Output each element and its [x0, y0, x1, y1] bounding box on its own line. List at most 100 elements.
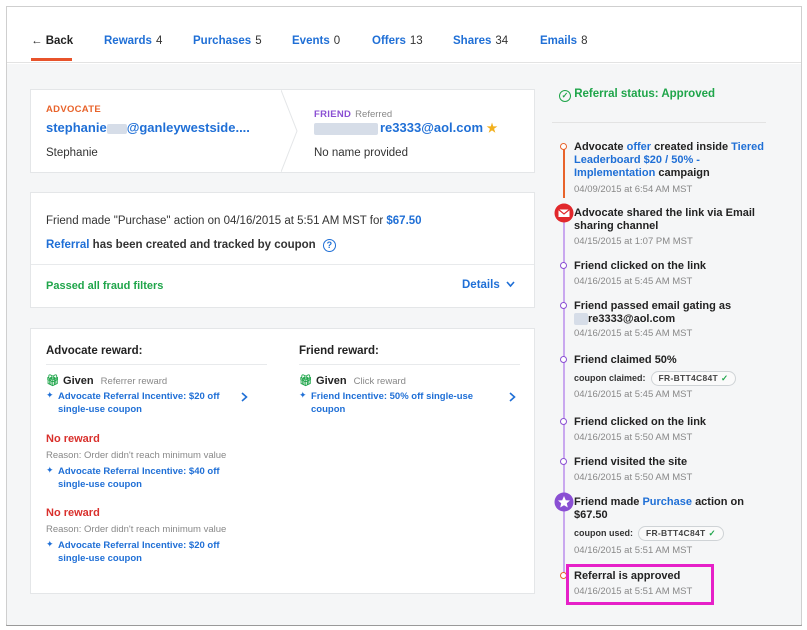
friend-label: FRIEND — [314, 109, 352, 120]
referral-status: ✓ Referral status: Approved — [559, 88, 715, 102]
tracking-text: has been created and tracked by coupon — [92, 239, 316, 251]
timeline-event-claimed: Friend claimed 50% — [574, 354, 677, 366]
no-reward-reason: Reason: Order didn't reach minimum value — [46, 524, 227, 535]
given-type: Click reward — [353, 376, 406, 387]
redacted-text — [106, 123, 127, 134]
sparkle-icon: ✦ — [46, 465, 54, 475]
timeline-dot — [560, 302, 567, 309]
timeline-connector — [563, 146, 565, 198]
event-timestamp: 04/09/2015 at 6:54 AM MST — [574, 184, 693, 195]
event-text: Friend passed email gating as — [574, 300, 732, 312]
advocate-email[interactable]: stephanie @ganleywestside.... — [46, 120, 250, 135]
event-text: created inside — [654, 141, 729, 153]
purchase-link[interactable]: Purchase — [642, 496, 692, 508]
redacted-text — [574, 313, 588, 326]
tab-label: Offers — [372, 35, 406, 47]
tab-count: 5 — [255, 35, 262, 47]
chevron-right-icon[interactable] — [241, 392, 248, 402]
friend-given-item[interactable]: ✦ Friend Incentive: 50% off single-use c… — [299, 390, 494, 416]
friend-email[interactable]: re3333@aol.com ★ — [314, 120, 497, 135]
sparkle-icon: ✦ — [46, 539, 54, 549]
referral-link[interactable]: Referral — [46, 239, 89, 251]
no-reward-item[interactable]: ✦ Advocate Referral Incentive: $20 off s… — [46, 539, 236, 565]
timeline-event-approved: Referral is approved — [574, 570, 681, 582]
no-reward-reason: Reason: Order didn't reach minimum value — [46, 450, 227, 461]
coupon-code-badge[interactable]: FR-BTT4C84T ✓ — [650, 371, 737, 386]
email-icon — [554, 203, 574, 223]
coupon-claimed: coupon claimed: FR-BTT4C84T ✓ — [574, 371, 737, 386]
action-amount[interactable]: $67.50 — [386, 215, 421, 227]
tab-bar: ← Back Rewards 4 Purchases 5 Events 0 Offer… — [7, 7, 801, 63]
advocate-reward-title: Advocate reward: — [46, 345, 143, 357]
coupon-label: coupon used: — [574, 528, 633, 538]
friend-name: No name provided — [314, 147, 408, 159]
redacted-text — [314, 122, 378, 135]
gift-icon: 🎁︎ — [46, 375, 60, 387]
divider — [31, 264, 534, 265]
divider — [552, 122, 766, 123]
gift-icon: 🎁︎ — [299, 375, 313, 387]
offer-link[interactable]: offer — [627, 141, 651, 153]
no-reward-item[interactable]: ✦ Advocate Referral Incentive: $40 off s… — [46, 465, 236, 491]
chevron-right-icon[interactable] — [509, 392, 516, 402]
advocate-given-item[interactable]: ✦ Advocate Referral Incentive: $20 off s… — [46, 390, 226, 416]
purchase-amount: $67.50 — [574, 509, 608, 521]
no-reward-label: No reward — [46, 433, 100, 445]
action-card: Friend made "Purchase" action on 04/16/2… — [30, 192, 535, 308]
timeline-dot — [560, 418, 567, 425]
reward-item-label: Advocate Referral Incentive: $20 off sin… — [58, 540, 220, 564]
event-timestamp: 04/16/2015 at 5:45 AM MST — [574, 389, 693, 400]
event-timestamp: 04/16/2015 at 5:51 AM MST — [574, 586, 693, 597]
details-toggle[interactable]: Details — [462, 279, 515, 291]
event-timestamp: 04/15/2015 at 1:07 PM MST — [574, 236, 693, 247]
tab-purchases[interactable]: Purchases 5 — [193, 35, 262, 47]
tab-events[interactable]: Events 0 — [292, 35, 340, 47]
timeline-dot — [560, 262, 567, 269]
tab-label: Rewards — [104, 35, 152, 47]
arrow-divider — [281, 90, 298, 172]
check-icon: ✓ — [721, 373, 729, 383]
tab-count: 4 — [155, 35, 163, 47]
given-label: Given — [316, 375, 347, 387]
coupon-used: coupon used: FR-BTT4C84T ✓ — [574, 526, 724, 541]
event-timestamp: 04/16/2015 at 5:51 AM MST — [574, 545, 693, 556]
given-label: Given — [63, 375, 94, 387]
tab-label: Shares — [453, 35, 492, 47]
tab-label: Emails — [540, 35, 578, 47]
help-icon[interactable]: ? — [322, 239, 336, 252]
tab-shares[interactable]: Shares 34 — [453, 35, 508, 47]
timeline-event-shared: Advocate shared the link via Email shari… — [574, 207, 755, 232]
active-tab-indicator — [31, 58, 72, 61]
no-reward-label: No reward — [46, 507, 100, 519]
event-timestamp: 04/16/2015 at 5:50 AM MST — [574, 432, 693, 443]
sparkle-icon: ✦ — [46, 390, 54, 400]
advocate-given-row: 🎁︎ Given Referrer reward — [46, 374, 167, 387]
friend-status: Referred — [355, 109, 393, 120]
timeline-dot — [560, 356, 567, 363]
divider — [46, 364, 267, 365]
timeline-event-visited: Friend visited the site — [574, 456, 688, 468]
coupon-code: FR-BTT4C84T — [658, 373, 719, 383]
advocate-name: Stephanie — [46, 147, 98, 159]
tab-label: Events — [292, 35, 330, 47]
friend-email-suffix: re3333@aol.com — [380, 120, 484, 135]
event-timestamp: 04/16/2015 at 5:50 AM MST — [574, 472, 693, 483]
timeline-dot — [560, 458, 567, 465]
coupon-code-badge[interactable]: FR-BTT4C84T ✓ — [638, 526, 724, 541]
event-text: campaign — [658, 167, 710, 179]
star-badge-icon — [554, 492, 574, 512]
tab-emails[interactable]: Emails 8 — [540, 35, 587, 47]
event-timestamp: 04/16/2015 at 5:45 AM MST — [574, 276, 693, 287]
back-button[interactable]: ← Back — [31, 35, 73, 47]
reward-item-label: Friend Incentive: 50% off single-use cou… — [311, 391, 474, 415]
tracking-info: Referral has been created and tracked by… — [46, 239, 336, 252]
tab-offers[interactable]: Offers 13 — [372, 35, 423, 47]
tab-rewards[interactable]: Rewards 4 — [104, 35, 162, 47]
event-text: Advocate — [574, 141, 624, 153]
divider — [299, 364, 520, 365]
event-text: action on — [695, 496, 744, 508]
check-circle-icon: ✓ — [559, 90, 571, 102]
tab-count: 8 — [581, 35, 588, 47]
coupon-code: FR-BTT4C84T — [646, 528, 706, 538]
status-label: Referral status: Approved — [574, 88, 716, 100]
